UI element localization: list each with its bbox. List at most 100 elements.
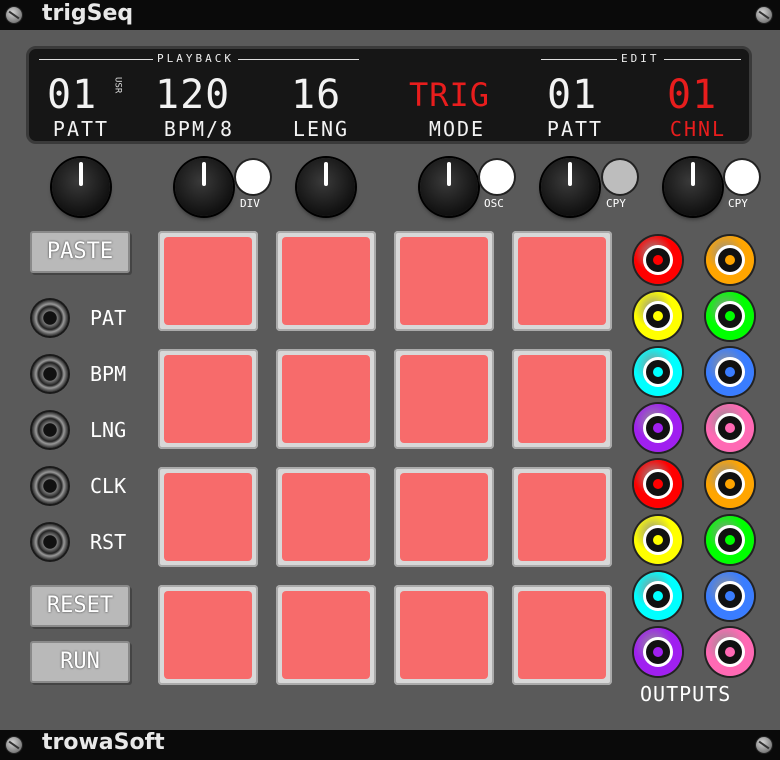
reset-input-jack[interactable] (32, 524, 68, 560)
output-jack-socket (718, 472, 742, 496)
step-pad[interactable] (276, 231, 376, 331)
step-pad[interactable] (394, 231, 494, 331)
output-jack[interactable] (634, 460, 682, 508)
edit-pattern-knob[interactable] (541, 158, 599, 216)
bpm-input-jack[interactable] (32, 356, 68, 392)
bpm-knob[interactable] (175, 158, 233, 216)
output-jack[interactable] (706, 236, 754, 284)
length-knob[interactable] (297, 158, 355, 216)
output-jack[interactable] (706, 292, 754, 340)
step-pad-light (518, 237, 606, 325)
output-jack-socket (718, 416, 742, 440)
output-jack[interactable] (634, 236, 682, 284)
step-pad[interactable] (276, 349, 376, 449)
step-pad[interactable] (394, 585, 494, 685)
step-pad[interactable] (512, 231, 612, 331)
clock-input-jack[interactable] (32, 468, 68, 504)
output-jack-led (725, 367, 735, 377)
clock-input-label: CLK (90, 474, 127, 498)
paste-button[interactable]: PASTE (30, 231, 130, 273)
pattern-caption: PATT (52, 117, 110, 141)
output-jack-socket (718, 584, 742, 608)
module-title: trigSeq (42, 1, 134, 26)
step-pad[interactable] (158, 231, 258, 331)
user-indicator-text: USR (112, 77, 123, 94)
step-pad[interactable] (394, 467, 494, 567)
output-jack-led (725, 535, 735, 545)
output-jack[interactable] (706, 348, 754, 396)
step-pad[interactable] (158, 467, 258, 567)
output-jack-socket (718, 248, 742, 272)
output-jack[interactable] (634, 572, 682, 620)
lcd-display: PLAYBACK EDIT 01 USR PATT 120 BPM/8 16 L… (26, 46, 752, 144)
length-input-jack[interactable] (32, 412, 68, 448)
output-jack[interactable] (706, 460, 754, 508)
copy-channel-label: CPY (728, 197, 748, 210)
output-jack[interactable] (634, 516, 682, 564)
screw-icon (6, 737, 22, 753)
output-jack-socket (646, 360, 670, 384)
step-pad[interactable] (512, 349, 612, 449)
output-jack-socket (646, 640, 670, 664)
output-jack[interactable] (634, 348, 682, 396)
user-indicator: USR (112, 77, 123, 96)
step-pad[interactable] (158, 585, 258, 685)
mode-value: TRIG (409, 76, 491, 114)
pattern-knob[interactable] (52, 158, 110, 216)
step-pad-light (518, 473, 606, 561)
output-jack-led (725, 591, 735, 601)
length-input-label: LNG (90, 418, 127, 442)
output-jack-led (653, 647, 663, 657)
output-jack-led (725, 479, 735, 489)
output-jack-socket (718, 360, 742, 384)
step-pad[interactable] (276, 467, 376, 567)
output-jack[interactable] (706, 404, 754, 452)
osc-label: OSC (484, 197, 504, 210)
run-button[interactable]: RUN (30, 641, 130, 683)
bpm-caption: BPM/8 (163, 117, 235, 141)
step-pad-light (282, 591, 370, 679)
output-jack-led (725, 647, 735, 657)
output-jack-socket (646, 248, 670, 272)
pattern-input-jack[interactable] (32, 300, 68, 336)
output-jack-socket (646, 584, 670, 608)
mode-knob[interactable] (420, 158, 478, 216)
output-jack[interactable] (634, 292, 682, 340)
output-jack[interactable] (634, 404, 682, 452)
channel-knob[interactable] (664, 158, 722, 216)
output-jack-led (653, 535, 663, 545)
bpm-value: 120 (155, 72, 231, 118)
copy-pattern-button[interactable] (603, 160, 637, 194)
output-jack[interactable] (706, 516, 754, 564)
bpm-divider-button[interactable] (236, 160, 270, 194)
step-pad-light (400, 355, 488, 443)
copy-channel-button[interactable] (725, 160, 759, 194)
step-pad-light (164, 237, 252, 325)
length-caption: LENG (292, 117, 350, 141)
channel-caption: CHNL (669, 117, 727, 141)
bpm-input-label: BPM (90, 362, 127, 386)
screw-icon (6, 7, 22, 23)
step-pad[interactable] (512, 585, 612, 685)
output-jack-led (653, 367, 663, 377)
oscillator-button[interactable] (480, 160, 514, 194)
output-jack-socket (718, 640, 742, 664)
output-jack-led (653, 479, 663, 489)
step-pad-light (164, 355, 252, 443)
pattern-input-label: PAT (90, 306, 127, 330)
output-jack[interactable] (706, 572, 754, 620)
step-pad[interactable] (276, 585, 376, 685)
step-pad-light (282, 473, 370, 561)
screw-icon (756, 7, 772, 23)
step-pad[interactable] (394, 349, 494, 449)
output-jack[interactable] (634, 628, 682, 676)
step-pad[interactable] (512, 467, 612, 567)
step-pad-light (164, 591, 252, 679)
step-pad[interactable] (158, 349, 258, 449)
reset-button[interactable]: RESET (30, 585, 130, 627)
step-pad-light (400, 591, 488, 679)
output-jack-socket (646, 416, 670, 440)
output-jack-socket (718, 528, 742, 552)
output-jack[interactable] (706, 628, 754, 676)
output-jack-socket (718, 304, 742, 328)
